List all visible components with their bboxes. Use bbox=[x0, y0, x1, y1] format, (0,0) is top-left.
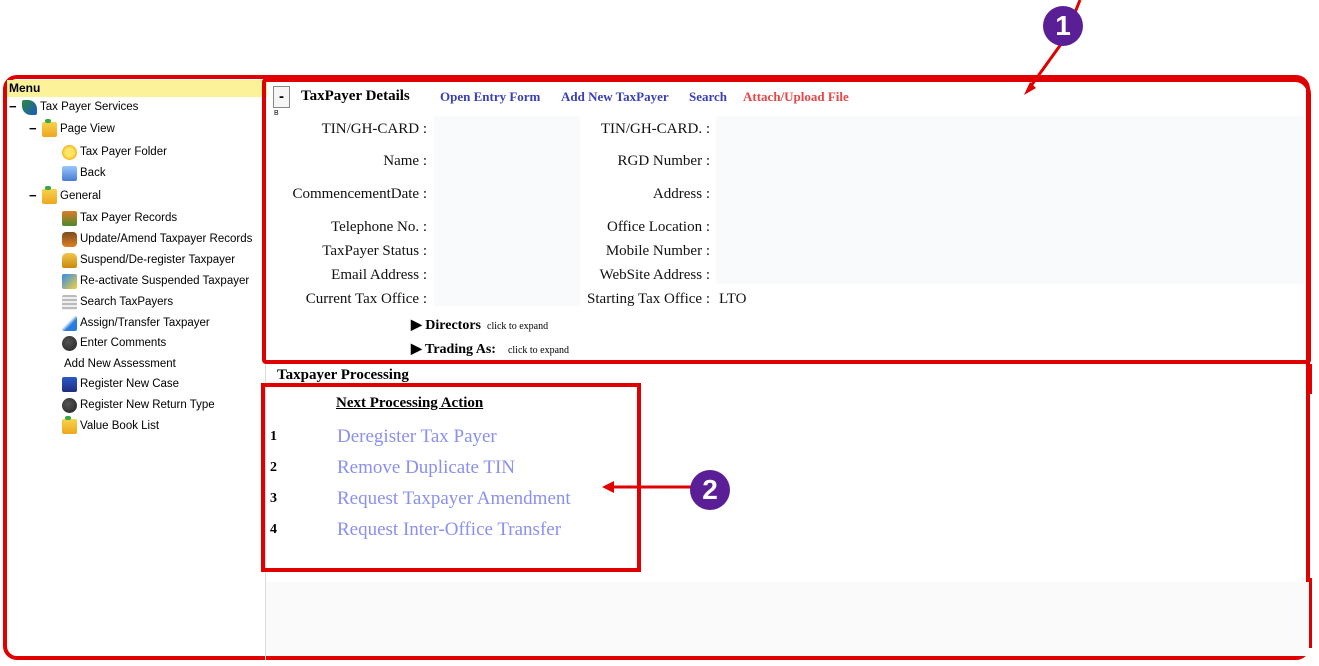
pen-icon bbox=[62, 315, 77, 331]
bottom-content-area bbox=[266, 582, 1310, 656]
callout-badge-2: 2 bbox=[690, 470, 730, 510]
left-values-area bbox=[434, 116, 580, 306]
menu-item-label: Update/Amend Taxpayer Records bbox=[80, 233, 253, 245]
menu-item-label: Back bbox=[80, 167, 106, 179]
taxpayer-status-label: TaxPayer Status : bbox=[322, 243, 427, 259]
starting-tax-office-value: LTO bbox=[719, 291, 747, 307]
website-address-label: WebSite Address : bbox=[599, 267, 710, 283]
address-label: Address : bbox=[652, 186, 710, 202]
mobile-number-label: Mobile Number : bbox=[605, 243, 710, 259]
menu-item-tax-payer-folder[interactable]: Tax Payer Folder bbox=[62, 143, 167, 161]
back-icon bbox=[62, 165, 77, 181]
folder-icon bbox=[42, 118, 57, 137]
menu-item-value-book-list[interactable]: Value Book List bbox=[62, 415, 160, 435]
menu-item-page-view[interactable]: − Page View bbox=[29, 118, 115, 138]
expander-label: Trading As: bbox=[425, 342, 496, 357]
expand-triangle-icon: ▶ bbox=[411, 318, 426, 333]
expander-hint: click to expand bbox=[487, 321, 549, 332]
callout-badge-1: 1 bbox=[1043, 6, 1083, 46]
star-folder-icon bbox=[62, 144, 77, 160]
menu-header: Menu bbox=[7, 80, 267, 97]
small-mark: B bbox=[274, 110, 279, 117]
menu-item-suspend[interactable]: Suspend/De-register Taxpayer bbox=[62, 251, 235, 269]
email-address-label: Email Address : bbox=[331, 267, 427, 283]
menu-item-label: Re-activate Suspended Taxpayer bbox=[80, 275, 250, 287]
folder-icon bbox=[62, 415, 77, 434]
menu-item-register-new-case[interactable]: Register New Case bbox=[62, 375, 179, 393]
menu-item-label: Assign/Transfer Taxpayer bbox=[80, 317, 210, 329]
menu-item-label: Value Book List bbox=[80, 420, 160, 432]
return-type-icon bbox=[62, 397, 77, 413]
callout-arrow-2 bbox=[602, 481, 696, 493]
menu-item-general[interactable]: − General bbox=[29, 185, 101, 205]
remove-duplicate-tin-link[interactable]: Remove Duplicate TIN bbox=[337, 457, 515, 479]
menu-item-label: Add New Assessment bbox=[64, 358, 176, 370]
menu-item-assign-transfer[interactable]: Assign/Transfer Taxpayer bbox=[62, 314, 210, 332]
rgd-number-label: RGD Number : bbox=[617, 153, 711, 169]
menu-item-tax-payer-services[interactable]: − Tax Payer Services bbox=[9, 98, 138, 116]
deregister-tax-payer-link[interactable]: Deregister Tax Payer bbox=[337, 426, 497, 448]
menu-item-label: Enter Comments bbox=[80, 337, 167, 349]
menu-item-update-amend[interactable]: Update/Amend Taxpayer Records bbox=[62, 230, 252, 248]
telephone-label: Telephone No. : bbox=[330, 219, 427, 235]
search-list-icon bbox=[62, 294, 77, 310]
office-location-label: Office Location : bbox=[606, 219, 710, 235]
collapse-details-button[interactable]: - bbox=[273, 86, 290, 108]
open-entry-form-link[interactable]: Open Entry Form bbox=[440, 89, 540, 105]
search-link[interactable]: Search bbox=[689, 89, 727, 105]
collapse-toggle-icon[interactable]: − bbox=[29, 122, 39, 135]
menu-item-register-return-type[interactable]: Register New Return Type bbox=[62, 396, 215, 414]
starting-tax-office-label: Starting Tax Office : bbox=[587, 291, 710, 307]
current-tax-office-label: Current Tax Office : bbox=[305, 291, 427, 307]
right-edge-mark bbox=[1309, 364, 1312, 394]
right-edge-mark bbox=[1309, 578, 1312, 648]
action-number: 2 bbox=[270, 460, 277, 475]
action-number: 4 bbox=[270, 522, 277, 537]
menu-item-label: Page View bbox=[60, 123, 115, 135]
commencement-date-label: CommencementDate : bbox=[292, 186, 427, 202]
menu-item-label: Tax Payer Folder bbox=[80, 146, 167, 158]
menu-item-enter-comments[interactable]: Enter Comments bbox=[62, 334, 166, 352]
right-values-area bbox=[716, 116, 1304, 284]
menu-item-label: Register New Return Type bbox=[80, 399, 215, 411]
request-taxpayer-amendment-link[interactable]: Request Taxpayer Amendment bbox=[337, 488, 571, 510]
action-number: 1 bbox=[270, 429, 277, 444]
comments-icon bbox=[62, 335, 77, 351]
menu-item-label: General bbox=[60, 190, 101, 202]
tin-ghcard-2-label: TIN/GH-CARD. : bbox=[600, 121, 710, 137]
menu-item-search-taxpayers[interactable]: Search TaxPayers bbox=[62, 293, 173, 311]
menu-item-label: Tax Payer Records bbox=[80, 212, 178, 224]
add-new-taxpayer-link[interactable]: Add New TaxPayer bbox=[561, 89, 669, 105]
menu-item-add-new-assessment[interactable]: Add New Assessment bbox=[64, 355, 176, 373]
next-processing-action-header: Next Processing Action bbox=[336, 395, 484, 411]
leaf-icon bbox=[22, 99, 37, 115]
directors-expander[interactable]: ▶ Directors click to expand bbox=[411, 317, 548, 334]
case-icon bbox=[62, 376, 77, 392]
menu-item-label: Suspend/De-register Taxpayer bbox=[80, 254, 236, 266]
collapse-toggle-icon[interactable]: − bbox=[9, 100, 19, 113]
collapse-toggle-icon[interactable]: − bbox=[29, 189, 39, 202]
menu-item-label: Register New Case bbox=[80, 378, 180, 390]
people-icon bbox=[62, 231, 77, 247]
menu-item-tax-payer-records[interactable]: Tax Payer Records bbox=[62, 209, 177, 227]
menu-item-label: Search TaxPayers bbox=[80, 296, 174, 308]
expander-hint: click to expand bbox=[507, 345, 570, 356]
lock-icon bbox=[62, 252, 77, 268]
expand-triangle-icon: ▶ bbox=[411, 342, 426, 357]
tin-ghcard-label: TIN/GH-CARD : bbox=[321, 121, 427, 137]
folder-icon bbox=[42, 185, 57, 204]
request-inter-office-transfer-link[interactable]: Request Inter-Office Transfer bbox=[337, 519, 561, 541]
menu-item-label: Tax Payer Services bbox=[40, 101, 139, 113]
attach-upload-file-link[interactable]: Attach/Upload File bbox=[743, 89, 849, 105]
details-title: TaxPayer Details bbox=[301, 88, 410, 104]
name-label: Name : bbox=[383, 153, 427, 169]
menu-item-back[interactable]: Back bbox=[62, 164, 106, 182]
taxpayer-processing-title: Taxpayer Processing bbox=[277, 367, 409, 383]
records-icon bbox=[62, 210, 77, 226]
reactivate-icon bbox=[62, 273, 77, 289]
menu-item-reactivate[interactable]: Re-activate Suspended Taxpayer bbox=[62, 272, 249, 290]
expander-label: Directors bbox=[425, 318, 481, 333]
trading-as-expander[interactable]: ▶ Trading As: click to expand bbox=[411, 341, 569, 358]
action-number: 3 bbox=[270, 491, 277, 506]
